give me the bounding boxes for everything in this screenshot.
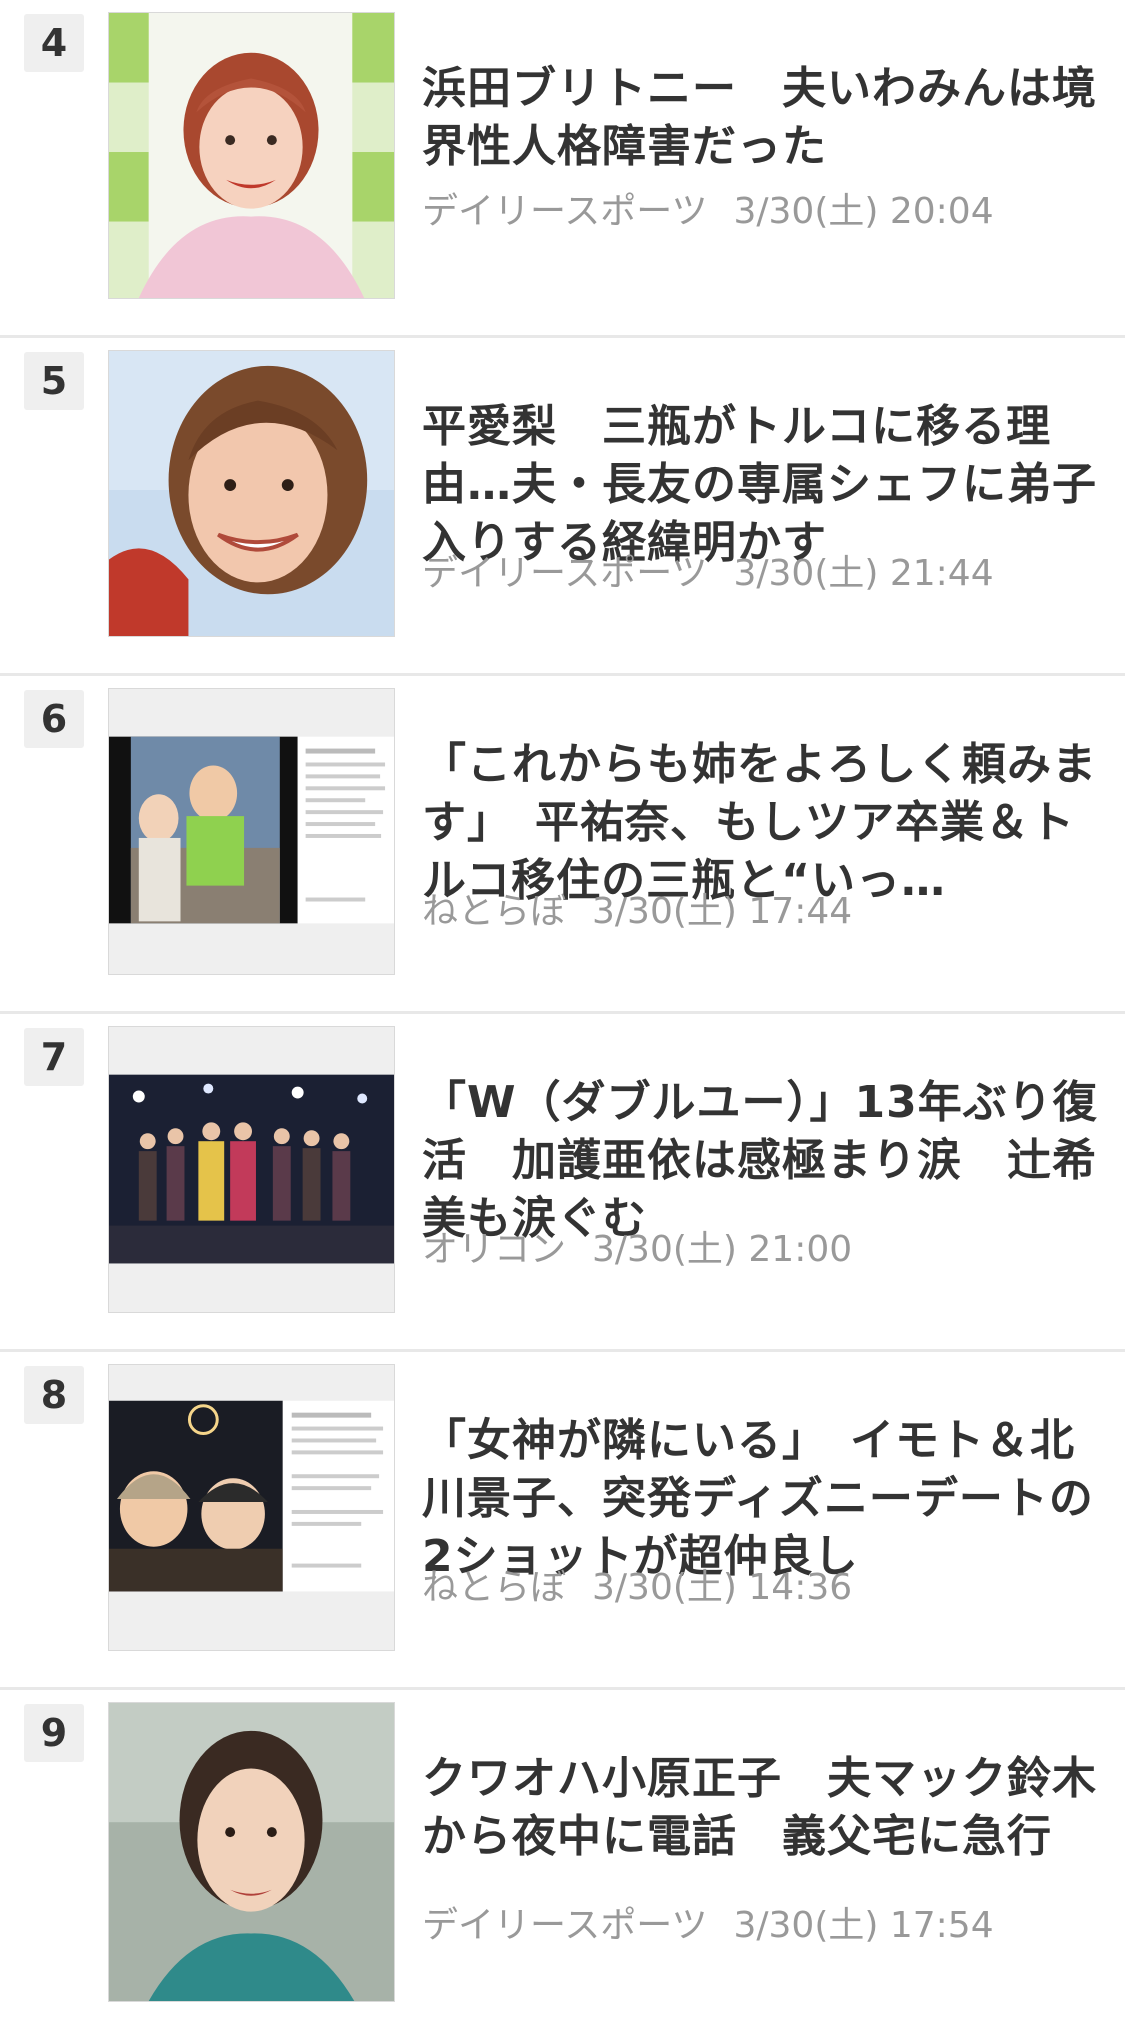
rank-badge: 7 xyxy=(24,1028,84,1086)
article-item-5[interactable]: 5 平愛梨 三瓶がトルコに移る理由…夫・長友の専属シェフに弟子入りする経緯明かす… xyxy=(0,338,1125,676)
article-source: オリコン xyxy=(422,1229,567,1270)
article-item-4[interactable]: 4 浜田ブリトニー 夫いわみんは境界性人格障害だった デイリースポーツ 3/30(… xyxy=(0,0,1125,338)
article-source: デイリースポーツ xyxy=(422,191,708,232)
article-source: ねとらぼ xyxy=(422,891,567,932)
woman-portrait-photo-icon xyxy=(109,13,394,298)
instagram-post-screenshot-icon xyxy=(109,1365,394,1650)
article-title[interactable]: 平愛梨 三瓶がトルコに移る理由…夫・長友の専属シェフに弟子入りする経緯明かす xyxy=(422,398,1102,572)
article-thumbnail[interactable] xyxy=(108,1026,395,1313)
woman-portrait-photo-icon xyxy=(109,1703,394,2001)
article-source: デイリースポーツ xyxy=(422,1905,708,1946)
article-thumbnail[interactable] xyxy=(108,1364,395,1651)
article-item-6[interactable]: 6 「これからも姉をよろしく頼みます」 平祐奈、もしツア卒業＆トルコ移住の三瓶と… xyxy=(0,676,1125,1014)
rank-badge: 8 xyxy=(24,1366,84,1424)
article-datetime: 3/30(土) 21:00 xyxy=(592,1229,853,1270)
article-meta: デイリースポーツ 3/30(土) 17:54 xyxy=(422,1904,1102,1948)
article-title[interactable]: クワオハ小原正子 夫マック鈴木から夜中に電話 義父宅に急行 xyxy=(422,1750,1102,1866)
article-item-8[interactable]: 8 「女神が隣にいる」 イモト＆北川景子、突発ディズニーデートの2ショットが超仲… xyxy=(0,1352,1125,1690)
article-source: デイリースポーツ xyxy=(422,553,708,594)
article-datetime: 3/30(土) 20:04 xyxy=(733,191,994,232)
article-meta: ねとらぼ 3/30(土) 14:36 xyxy=(422,1566,1102,1610)
article-datetime: 3/30(土) 17:54 xyxy=(733,1905,994,1946)
concert-stage-photo-icon xyxy=(109,1027,394,1312)
article-title[interactable]: 「これからも姉をよろしく頼みます」 平祐奈、もしツア卒業＆トルコ移住の三瓶と“い… xyxy=(422,736,1102,910)
article-item-9[interactable]: 9 クワオハ小原正子 夫マック鈴木から夜中に電話 義父宅に急行 デイリースポーツ… xyxy=(0,1690,1125,2019)
rank-badge: 6 xyxy=(24,690,84,748)
rank-badge: 9 xyxy=(24,1704,84,1762)
article-meta: オリコン 3/30(土) 21:00 xyxy=(422,1228,1102,1272)
article-title[interactable]: 「女神が隣にいる」 イモト＆北川景子、突発ディズニーデートの2ショットが超仲良し xyxy=(422,1412,1102,1586)
article-source: ねとらぼ xyxy=(422,1567,567,1608)
article-thumbnail[interactable] xyxy=(108,688,395,975)
article-thumbnail[interactable] xyxy=(108,350,395,637)
smiling-woman-photo-icon xyxy=(109,351,394,636)
article-title[interactable]: 浜田ブリトニー 夫いわみんは境界性人格障害だった xyxy=(422,60,1102,176)
article-meta: デイリースポーツ 3/30(土) 20:04 xyxy=(422,190,1102,234)
article-thumbnail[interactable] xyxy=(108,1702,395,2002)
instagram-post-screenshot-icon xyxy=(109,689,394,974)
article-datetime: 3/30(土) 17:44 xyxy=(592,891,853,932)
ranking-list: 4 浜田ブリトニー 夫いわみんは境界性人格障害だった デイリースポーツ 3/30(… xyxy=(0,0,1125,2019)
article-meta: ねとらぼ 3/30(土) 17:44 xyxy=(422,890,1102,934)
article-item-7[interactable]: 7 「W（ダブルユー）」13年ぶり復活 加護亜依は感極まり涙 辻希美も涙ぐむ オ… xyxy=(0,1014,1125,1352)
rank-badge: 4 xyxy=(24,14,84,72)
article-title[interactable]: 「W（ダブルユー）」13年ぶり復活 加護亜依は感極まり涙 辻希美も涙ぐむ xyxy=(422,1074,1102,1248)
rank-badge: 5 xyxy=(24,352,84,410)
article-thumbnail[interactable] xyxy=(108,12,395,299)
article-meta: デイリースポーツ 3/30(土) 21:44 xyxy=(422,552,1102,596)
article-datetime: 3/30(土) 14:36 xyxy=(592,1567,853,1608)
article-datetime: 3/30(土) 21:44 xyxy=(733,553,994,594)
